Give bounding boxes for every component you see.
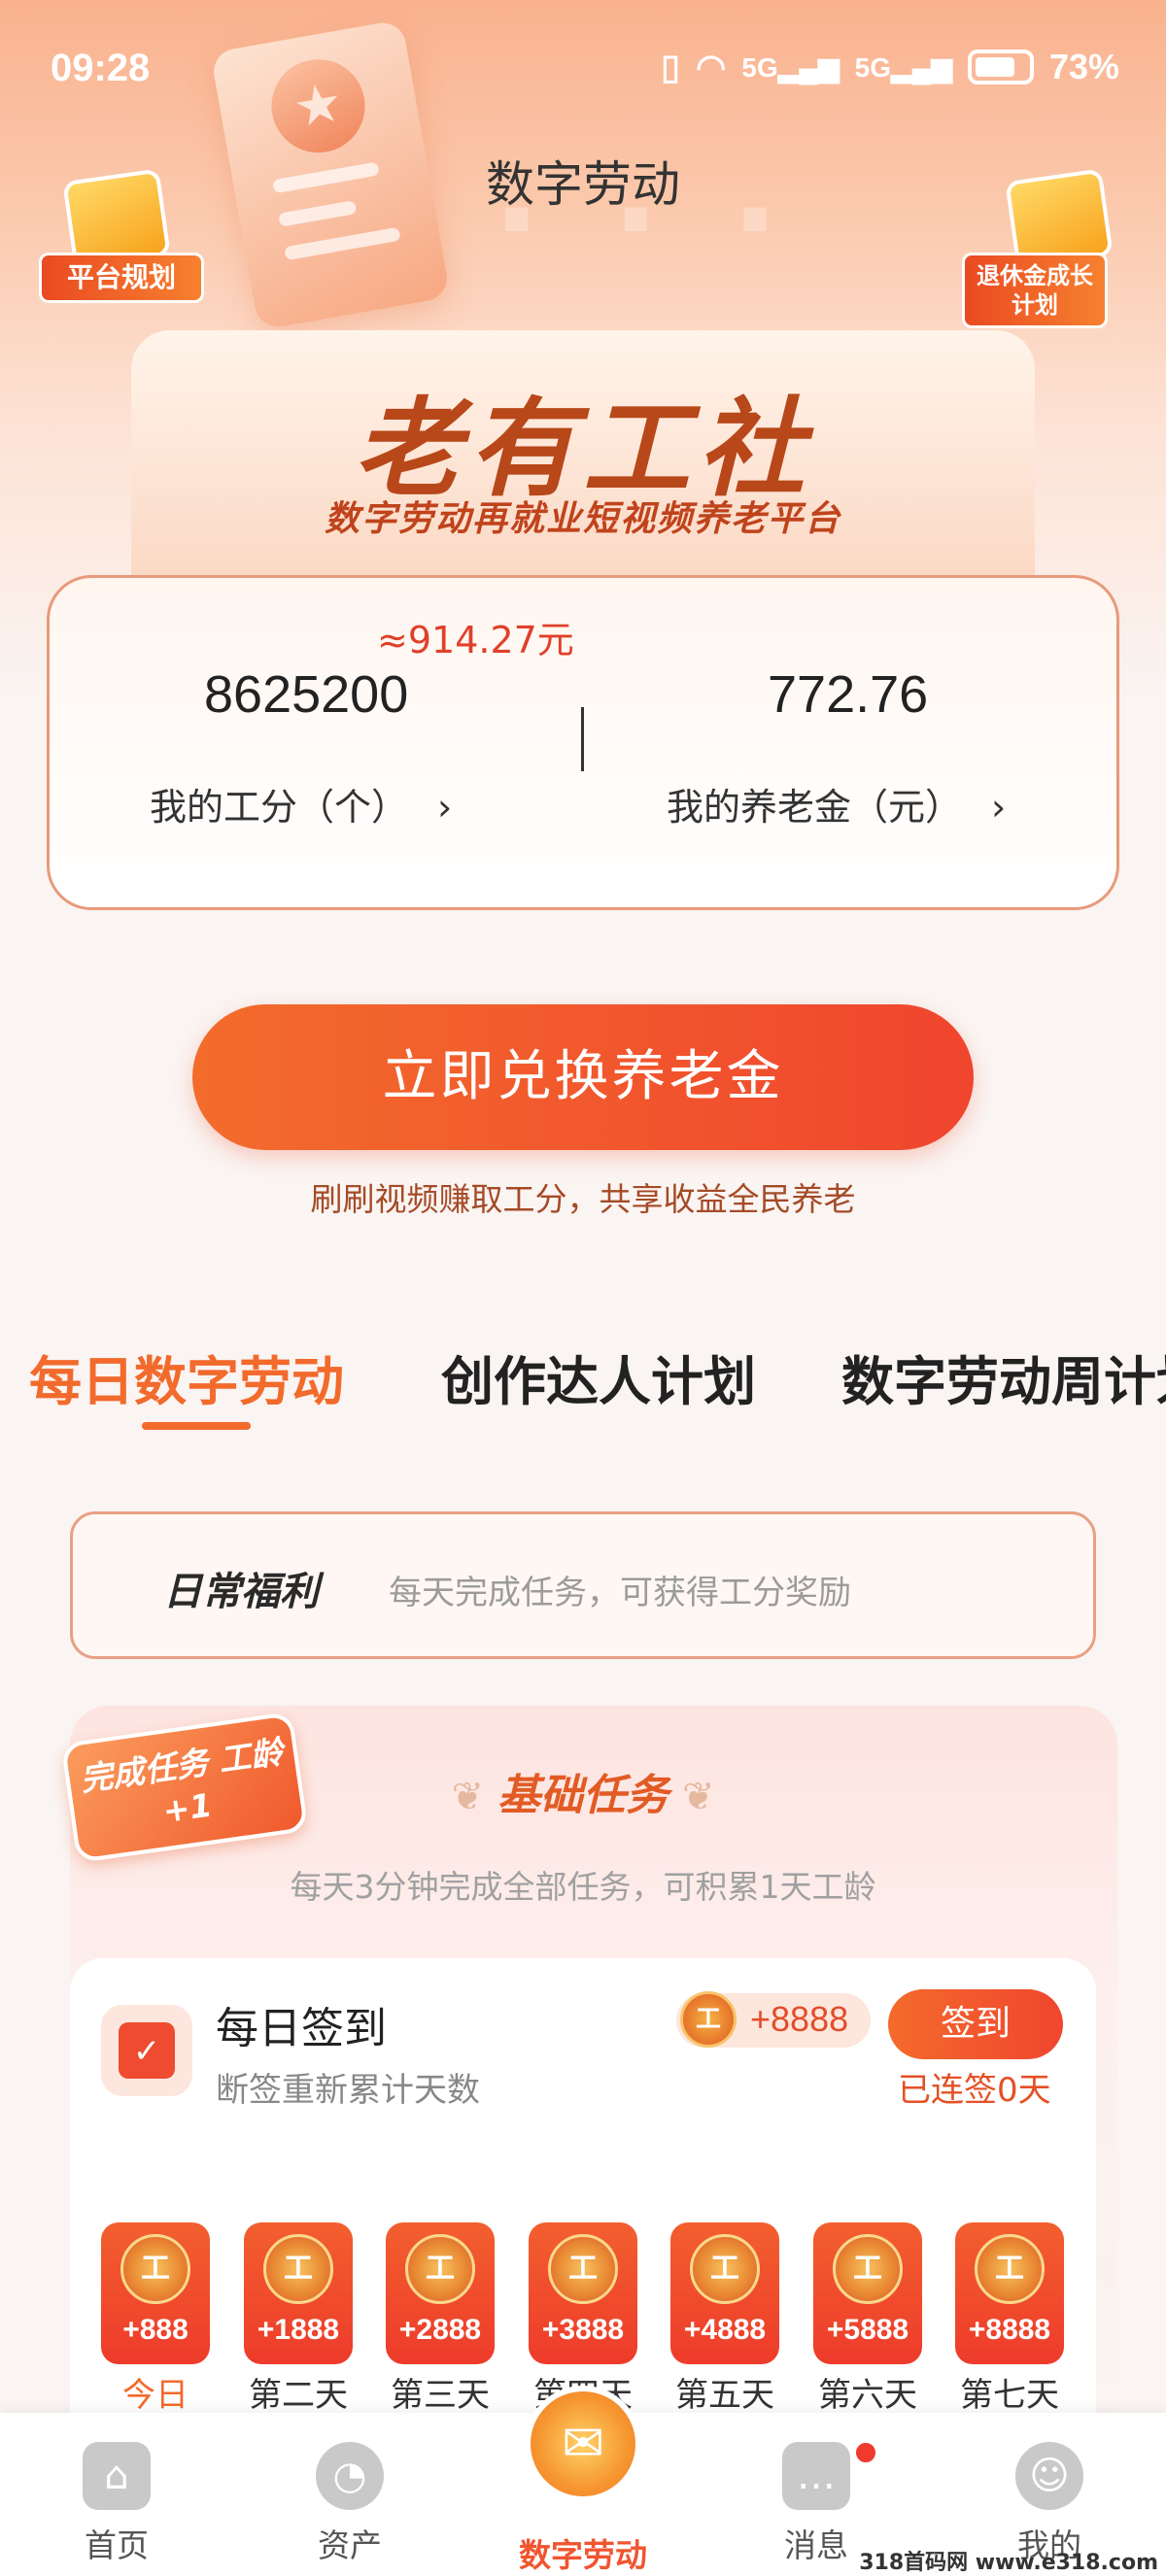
checkin-subtitle: 断签重新累计天数 <box>216 2071 480 2110</box>
work-points-link[interactable]: 我的工分（个） › <box>150 777 452 830</box>
welfare-title: 日常福利 <box>163 1570 319 1614</box>
tab-daily-labor[interactable]: 每日数字劳动 <box>29 1339 344 1415</box>
user-icon: ☺ <box>1015 2442 1083 2510</box>
medal-icon: 工 <box>975 2234 1045 2304</box>
signal-icon: 5G▂▄▆ <box>854 51 952 83</box>
approx-value: ≈914.27元 <box>377 619 574 661</box>
work-points-value: 8625200 <box>204 665 409 724</box>
medal-icon: 工 <box>263 2234 333 2304</box>
brand-subtitle: 数字劳动再就业短视频养老平台 <box>324 499 841 539</box>
wifi-icon: ◠ <box>695 47 727 86</box>
medal-icon: 工 <box>120 2234 190 2304</box>
day-label: 第六天 <box>818 2376 917 2415</box>
pension-value: 772.76 <box>768 665 929 724</box>
nav-assets[interactable]: ◔ 资产 <box>272 2423 428 2566</box>
task-tabs: 每日数字劳动 创作达人计划 数字劳动周计划 <box>29 1339 1166 1416</box>
chevron-right-icon: › <box>991 786 1007 829</box>
medal-icon: 工 <box>548 2234 618 2304</box>
day-reward-card: 工 +2888 <box>386 2222 495 2364</box>
home-icon: ⌂ <box>83 2442 151 2510</box>
platform-plan-badge[interactable]: 平台规划 <box>39 165 204 311</box>
exchange-tagline: 刷刷视频赚取工分，共享收益全民养老 <box>310 1180 856 1218</box>
pension-link[interactable]: 我的养老金（元） › <box>667 777 1006 830</box>
medal-icon: 工 <box>833 2234 903 2304</box>
calendar-icon: ✓ <box>101 2005 192 2096</box>
stats-divider <box>581 707 584 771</box>
nav-digital-labor[interactable]: 数字劳动 <box>505 2423 661 2576</box>
checkin-streak: 已连签0天 <box>898 2071 1051 2110</box>
laurel-right-icon: ❦ <box>682 1775 715 1819</box>
status-icons: ▯ ◠ 5G▂▄▆ 5G▂▄▆ 73% <box>661 47 1119 87</box>
checkin-title: 每日签到 <box>216 2004 387 2053</box>
status-bar: 09:28 ▯ ◠ 5G▂▄▆ 5G▂▄▆ 73% <box>0 0 1166 146</box>
day-label: 第三天 <box>391 2376 490 2415</box>
battery-icon <box>967 50 1034 85</box>
checkin-reward: +8888 <box>750 1999 849 2039</box>
day-reward-card: 工 +8888 <box>955 2222 1064 2364</box>
day-label: 今日 <box>122 2376 189 2415</box>
unread-dot <box>853 2440 878 2465</box>
day-reward-card: 工 +4888 <box>670 2222 779 2364</box>
work-point-coin-icon: 工 <box>680 1991 737 2048</box>
medal-icon: 工 <box>690 2234 760 2304</box>
vibrate-icon: ▯ <box>661 47 680 86</box>
day-reward-card: 工 +5888 <box>813 2222 922 2364</box>
basic-task-title: ❦ 基础任务 ❦ <box>451 1771 715 1820</box>
medal-icon: 工 <box>405 2234 475 2304</box>
pie-chart-icon: ◔ <box>316 2442 384 2510</box>
status-time: 09:28 <box>51 47 151 89</box>
welfare-description: 每天完成任务，可获得工分奖励 <box>389 1574 851 1612</box>
day-label: 第二天 <box>249 2376 348 2415</box>
signin-button[interactable]: 签到 <box>888 1989 1063 2059</box>
nav-home[interactable]: ⌂ 首页 <box>39 2423 194 2566</box>
exchange-pension-button[interactable]: 立即兑换养老金 <box>192 1004 974 1150</box>
pension-growth-badge[interactable]: 退休金成长计划 <box>962 165 1127 328</box>
watermark-text: 318首码网 www.e318.com <box>859 2551 1158 2575</box>
basic-task-description: 每天3分钟完成全部任务，可积累1天工龄 <box>290 1868 876 1906</box>
tab-weekly-plan[interactable]: 数字劳动周计划 <box>841 1339 1166 1415</box>
tab-creator-plan[interactable]: 创作达人计划 <box>441 1339 756 1415</box>
day-label: 第七天 <box>960 2376 1059 2415</box>
signal-icon: 5G▂▄▆ <box>741 51 840 83</box>
battery-percent: 73% <box>1048 47 1119 86</box>
chevron-right-icon: › <box>437 786 453 829</box>
day-label: 第五天 <box>675 2376 774 2415</box>
laurel-left-icon: ❦ <box>451 1775 484 1819</box>
day-reward-card: 工 +888 <box>101 2222 210 2364</box>
day-reward-card: 工 +3888 <box>529 2222 637 2364</box>
tab-active-indicator <box>142 1422 251 1430</box>
message-icon: … <box>782 2442 850 2510</box>
day-reward-card: 工 +1888 <box>244 2222 353 2364</box>
